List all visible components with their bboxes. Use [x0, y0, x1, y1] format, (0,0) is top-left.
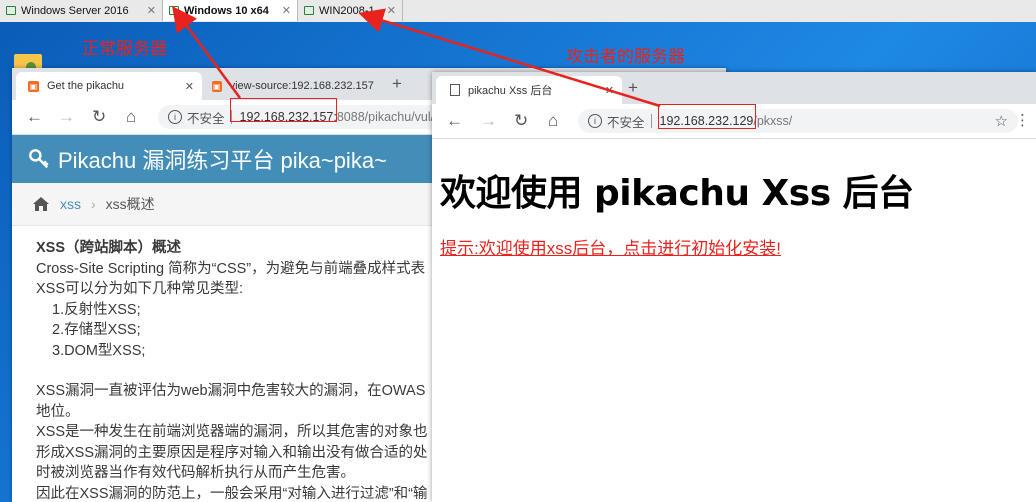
- vm-tab-label: Windows Server 2016: [21, 4, 129, 17]
- close-icon[interactable]: ✕: [282, 4, 291, 17]
- key-icon: [29, 149, 49, 169]
- divider: [650, 114, 652, 128]
- annotation-box-attacker-ip: [658, 104, 756, 129]
- vm-tab-label: WIN2008-1: [319, 4, 375, 17]
- insecure-label: 不安全: [607, 115, 645, 130]
- info-icon: i: [588, 114, 602, 128]
- forward-icon[interactable]: →: [58, 107, 75, 127]
- vm-tab-win10[interactable]: Windows 10 x64 ✕: [163, 0, 298, 21]
- vm-tab-win2008[interactable]: WIN2008-1 ✕: [298, 0, 403, 21]
- new-tab-button[interactable]: +: [392, 74, 402, 94]
- breadcrumb-current: xss概述: [105, 196, 155, 212]
- browser-tab-pikachu[interactable]: ▣ Get the pikachu ✕: [16, 72, 202, 100]
- close-icon[interactable]: ✕: [185, 80, 194, 93]
- close-icon[interactable]: ✕: [147, 4, 156, 17]
- home-icon[interactable]: [32, 196, 50, 212]
- tab-title: pikachu Xss 后台: [468, 85, 553, 97]
- tab-title: view-source:192.168.232.157:808: [229, 80, 374, 92]
- browser-tab-xss-backend[interactable]: pikachu Xss 后台 ✕: [436, 76, 622, 104]
- annotation-box-normal-ip: [230, 98, 337, 122]
- bookmark-star-icon[interactable]: ☆: [995, 112, 1008, 130]
- document-icon: [450, 84, 460, 96]
- home-icon[interactable]: ⌂: [548, 111, 558, 131]
- annotation-normal-server: 正常服务器: [82, 39, 167, 58]
- vm-tab-label: Windows 10 x64: [184, 4, 269, 17]
- vm-icon: [6, 6, 16, 15]
- info-icon: i: [168, 110, 182, 124]
- vm-icon: [169, 6, 179, 15]
- close-icon[interactable]: ✕: [605, 84, 614, 97]
- tab-title: Get the pikachu: [47, 80, 125, 92]
- page-title: Pikachu 漏洞练习平台 pika~pika~: [58, 148, 387, 173]
- breadcrumb-link-xss[interactable]: xss: [60, 196, 81, 212]
- vm-tab-bar: Windows Server 2016 ✕ Windows 10 x64 ✕ W…: [0, 0, 1036, 23]
- reload-icon[interactable]: ↻: [92, 107, 106, 127]
- browser-tab-view-source[interactable]: ▣ view-source:192.168.232.157:808: [204, 72, 374, 100]
- vm-icon: [304, 6, 314, 15]
- pikachu-favicon-icon: ▣: [212, 80, 222, 92]
- insecure-label: 不安全: [187, 111, 225, 126]
- back-icon[interactable]: ←: [26, 107, 43, 127]
- address-bar[interactable]: i 不安全 192.168.232.129 /pkxss/: [578, 109, 1018, 133]
- browser-tab-strip: pikachu Xss 后台 ✕ +: [432, 72, 1036, 104]
- browser-window-attacker: pikachu Xss 后台 ✕ + ← → ↻ ⌂ i 不安全 192.168…: [432, 72, 1036, 502]
- back-icon[interactable]: ←: [446, 111, 463, 131]
- page-heading: 欢迎使用 pikachu Xss 后台: [440, 173, 914, 214]
- home-icon[interactable]: ⌂: [126, 107, 136, 127]
- forward-icon[interactable]: →: [480, 111, 497, 131]
- annotation-attacker-server: 攻击者的服务器: [566, 47, 685, 66]
- pikachu-favicon-icon: ▣: [28, 80, 39, 92]
- chevron-right-icon: ›: [91, 196, 96, 212]
- url-path: /pkxss/: [753, 114, 793, 128]
- new-tab-button[interactable]: +: [628, 78, 638, 98]
- menu-icon[interactable]: ⋮: [1015, 111, 1030, 129]
- close-icon[interactable]: ✕: [387, 4, 396, 17]
- vm-tab-server2016[interactable]: Windows Server 2016 ✕: [0, 0, 163, 21]
- reload-icon[interactable]: ↻: [514, 111, 528, 131]
- install-link[interactable]: 提示:欢迎使用xss后台，点击进行初始化安装!: [440, 234, 781, 259]
